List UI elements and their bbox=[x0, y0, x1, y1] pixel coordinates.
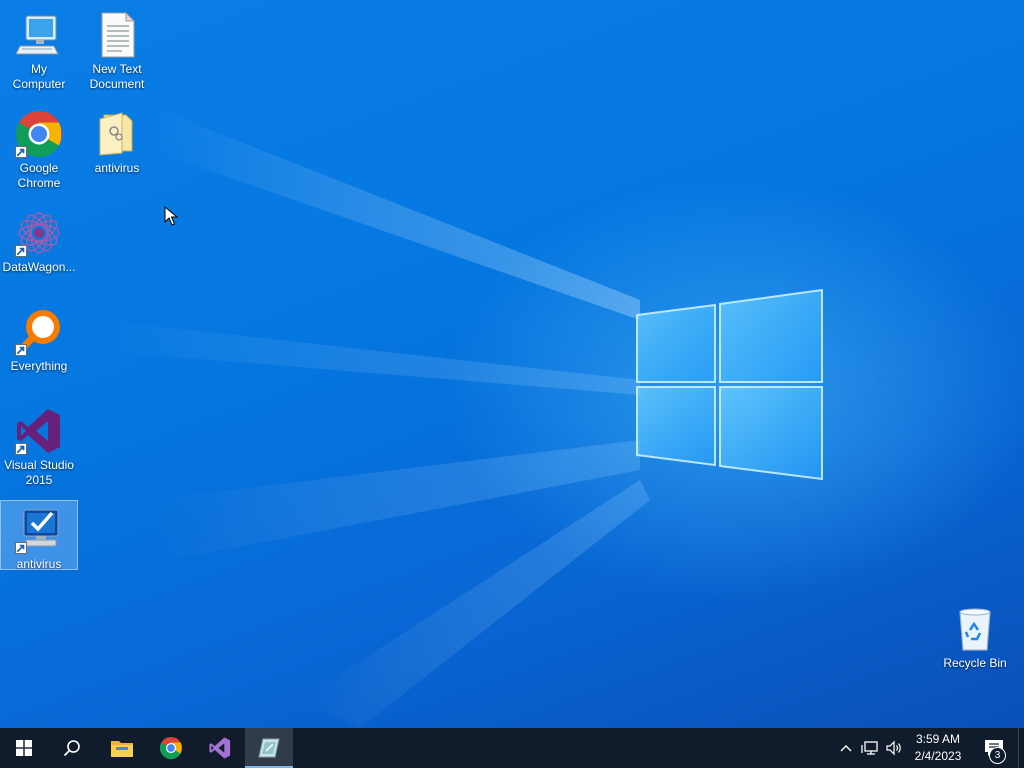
desktop-icon-antivirus-app[interactable]: antivirus bbox=[0, 500, 78, 571]
visual-studio-icon bbox=[209, 737, 231, 759]
text-document-icon bbox=[92, 10, 142, 60]
desktop-icon-google-chrome[interactable]: Google Chrome bbox=[1, 105, 77, 190]
desktop-icon-everything[interactable]: Everything bbox=[1, 303, 77, 373]
desktop-icon-label: My Computer bbox=[12, 62, 66, 91]
start-button[interactable] bbox=[0, 728, 48, 768]
clock-time: 3:59 AM bbox=[915, 732, 961, 746]
windows-logo-wallpaper bbox=[636, 288, 823, 481]
notification-count-badge: 3 bbox=[989, 747, 1006, 764]
desktop-icon-label: Google Chrome bbox=[17, 161, 61, 190]
taskbar: 3:59 AM 2/4/2023 bbox=[0, 728, 1024, 768]
desktop-icon-label: New Text Document bbox=[89, 62, 145, 91]
search-icon bbox=[63, 740, 80, 757]
computer-icon bbox=[14, 10, 64, 60]
mouse-cursor-icon bbox=[164, 206, 178, 226]
shortcut-arrow-icon bbox=[15, 542, 27, 554]
desktop-icon-datawagon[interactable]: DataWagon... bbox=[1, 204, 77, 274]
folder-icon bbox=[111, 741, 133, 757]
desktop-icon-label: Visual Studio 2015 bbox=[4, 458, 74, 487]
desktop-icon-label: Recycle Bin bbox=[943, 656, 1007, 670]
clock-date: 2/4/2023 bbox=[914, 749, 962, 763]
shortcut-arrow-icon bbox=[15, 146, 27, 158]
desktop-icon-recycle-bin[interactable]: Recycle Bin bbox=[937, 600, 1013, 670]
search-button[interactable] bbox=[48, 728, 96, 768]
desktop-icon-label: DataWagon... bbox=[2, 260, 76, 274]
windows-start-icon bbox=[16, 740, 32, 756]
antivirus-app-icon bbox=[14, 505, 64, 555]
shortcut-arrow-icon bbox=[15, 443, 27, 455]
recycle-bin-icon bbox=[950, 604, 1000, 654]
show-hidden-icons-button[interactable] bbox=[836, 738, 856, 758]
show-desktop-button[interactable] bbox=[1018, 728, 1024, 768]
chevron-up-icon bbox=[840, 745, 852, 752]
volume-tray-button[interactable] bbox=[884, 738, 904, 758]
desktop-icon-antivirus-folder[interactable]: antivirus bbox=[79, 105, 155, 175]
taskbar-file-explorer[interactable] bbox=[98, 728, 146, 768]
taskbar-visual-studio[interactable] bbox=[196, 728, 244, 768]
network-icon bbox=[861, 741, 878, 755]
chrome-icon bbox=[159, 736, 183, 760]
visual-studio-icon bbox=[14, 406, 64, 456]
antivirus-app-icon bbox=[258, 738, 280, 758]
taskbar-antivirus[interactable] bbox=[245, 728, 293, 768]
desktop-icon-new-text-document[interactable]: New Text Document bbox=[79, 6, 155, 91]
shortcut-arrow-icon bbox=[15, 344, 27, 356]
shortcut-arrow-icon bbox=[15, 245, 27, 257]
desktop[interactable]: My Computer New Text Document Google Chr… bbox=[0, 0, 1024, 728]
desktop-icon-label: antivirus bbox=[94, 161, 140, 175]
chrome-icon bbox=[14, 109, 64, 159]
folder-icon bbox=[92, 109, 142, 159]
taskbar-clock[interactable]: 3:59 AM 2/4/2023 bbox=[908, 731, 968, 765]
taskbar-chrome[interactable] bbox=[147, 728, 195, 768]
desktop-icon-visual-studio-2015[interactable]: Visual Studio 2015 bbox=[1, 402, 77, 487]
desktop-icon-my-computer[interactable]: My Computer bbox=[1, 6, 77, 91]
datawagon-icon bbox=[14, 208, 64, 258]
everything-search-icon bbox=[14, 307, 64, 357]
network-tray-button[interactable] bbox=[860, 738, 880, 758]
volume-icon bbox=[886, 740, 901, 756]
